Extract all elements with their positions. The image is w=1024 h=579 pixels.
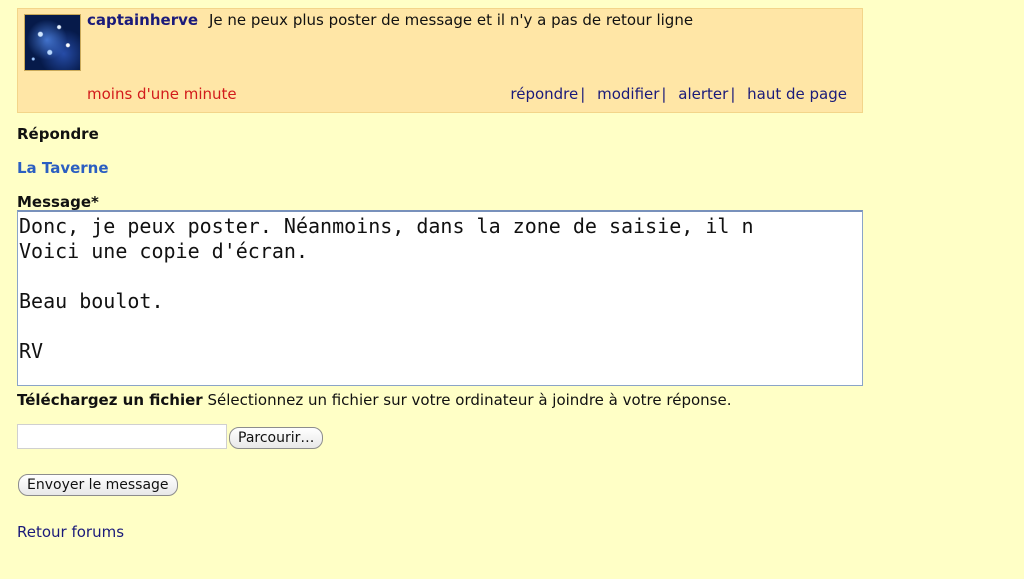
separator: | <box>730 85 736 103</box>
forum-post: captainherve Je ne peux plus poster de m… <box>17 8 863 113</box>
reply-heading: Répondre <box>17 125 99 143</box>
report-link[interactable]: alerter <box>678 85 728 103</box>
forum-link[interactable]: La Taverne <box>17 159 109 177</box>
file-path-input[interactable] <box>17 424 227 449</box>
send-message-button[interactable]: Envoyer le message <box>18 474 178 496</box>
browse-button[interactable]: Parcourir… <box>229 427 324 449</box>
message-label: Message* <box>17 193 99 211</box>
avatar[interactable] <box>24 14 81 71</box>
upload-description: Sélectionnez un fichier sur votre ordina… <box>207 391 732 409</box>
message-textarea[interactable]: Donc, je peux poster. Néanmoins, dans la… <box>17 210 863 386</box>
edit-link[interactable]: modifier <box>597 85 659 103</box>
top-of-page-link[interactable]: haut de page <box>747 85 847 103</box>
post-subject: Je ne peux plus poster de message et il … <box>209 11 694 29</box>
post-timestamp: moins d'une minute <box>87 85 237 103</box>
separator: | <box>661 85 667 103</box>
separator: | <box>580 85 586 103</box>
reply-link[interactable]: répondre <box>510 85 578 103</box>
post-author[interactable]: captainherve <box>87 11 198 29</box>
back-to-forums-link[interactable]: Retour forums <box>17 523 124 541</box>
upload-title: Téléchargez un fichier <box>17 391 203 409</box>
upload-instructions: Téléchargez un fichier Sélectionnez un f… <box>17 391 731 409</box>
post-actions: répondre | modifier | alerter | haut de pag… <box>510 85 847 103</box>
